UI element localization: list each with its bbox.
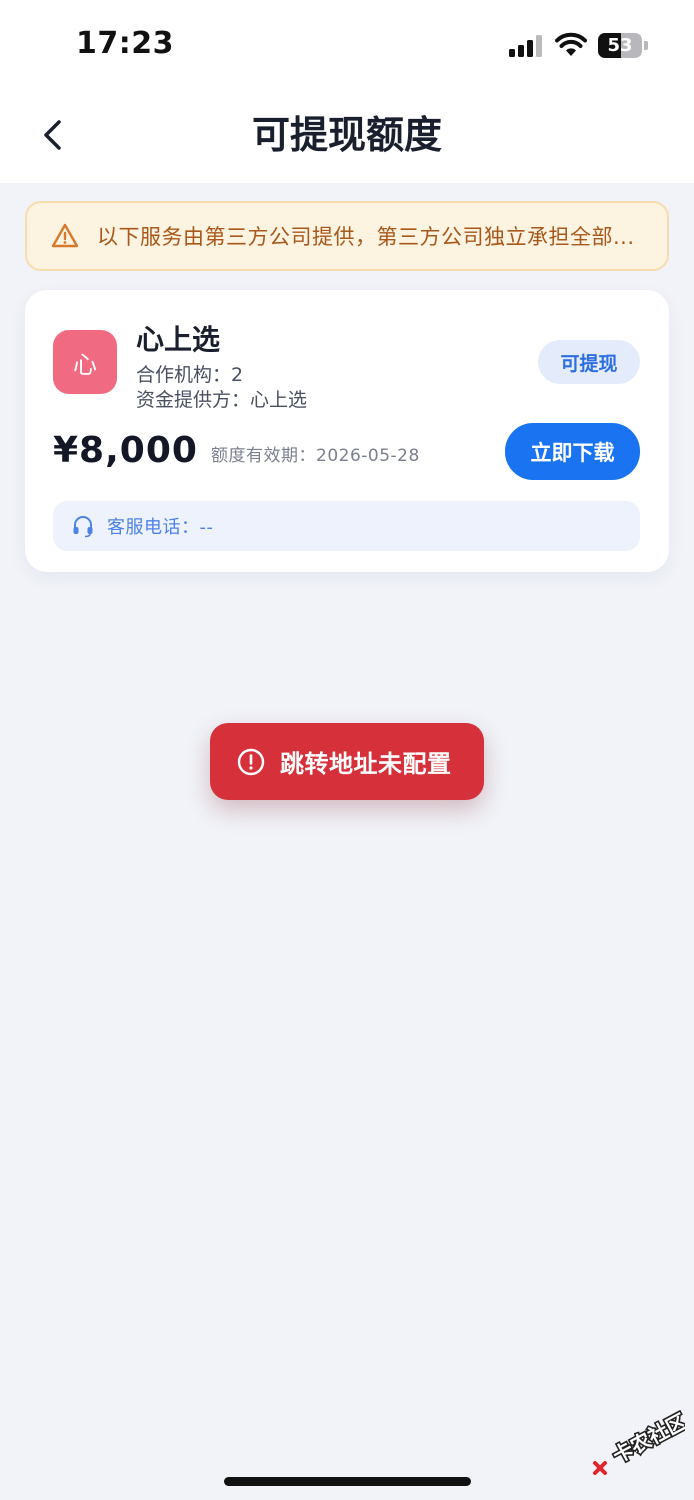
notice-banner: 以下服务由第三方公司提供，第三方公司独立承担全部... — [25, 201, 669, 271]
validity-date: 额度有效期：2026-05-28 — [211, 446, 420, 466]
warning-icon — [51, 223, 79, 248]
home-indicator — [224, 1477, 471, 1486]
svg-text:卡农社区: 卡农社区 — [609, 1409, 685, 1468]
wifi-icon — [555, 32, 587, 56]
status-bar: 17:23 53 — [0, 0, 694, 92]
page-title: 可提现额度 — [251, 113, 442, 157]
partner-count: 合作机构：2 — [136, 364, 244, 386]
toast-text: 跳转地址未配置 — [280, 750, 452, 778]
watermark-logo: 卡农社区 — [593, 1407, 685, 1475]
nav-bar: 可提现额度 — [0, 92, 694, 183]
headset-icon — [73, 516, 93, 538]
credit-amount: ¥8,000 — [53, 430, 198, 471]
download-button[interactable]: 立即下载 — [505, 423, 640, 480]
status-time: 17:23 — [76, 26, 174, 61]
signal-icon — [509, 35, 542, 57]
error-toast: 跳转地址未配置 — [210, 723, 484, 800]
alert-circle-icon — [237, 748, 265, 775]
service-phone-row[interactable]: 客服电话：-- — [53, 501, 640, 551]
battery-icon: 53 — [598, 33, 648, 58]
app-name: 心上选 — [136, 323, 221, 356]
app-logo: 心 — [53, 330, 117, 394]
funder-name: 资金提供方：心上选 — [136, 389, 308, 411]
notice-text: 以下服务由第三方公司提供，第三方公司独立承担全部... — [97, 225, 635, 249]
credit-card: 心 心上选 合作机构：2 资金提供方：心上选 可提现 ¥8,000 额度有效期：… — [25, 290, 669, 572]
battery-level: 53 — [607, 35, 633, 56]
service-phone: 客服电话：-- — [107, 517, 214, 538]
status-badge: 可提现 — [538, 340, 640, 384]
